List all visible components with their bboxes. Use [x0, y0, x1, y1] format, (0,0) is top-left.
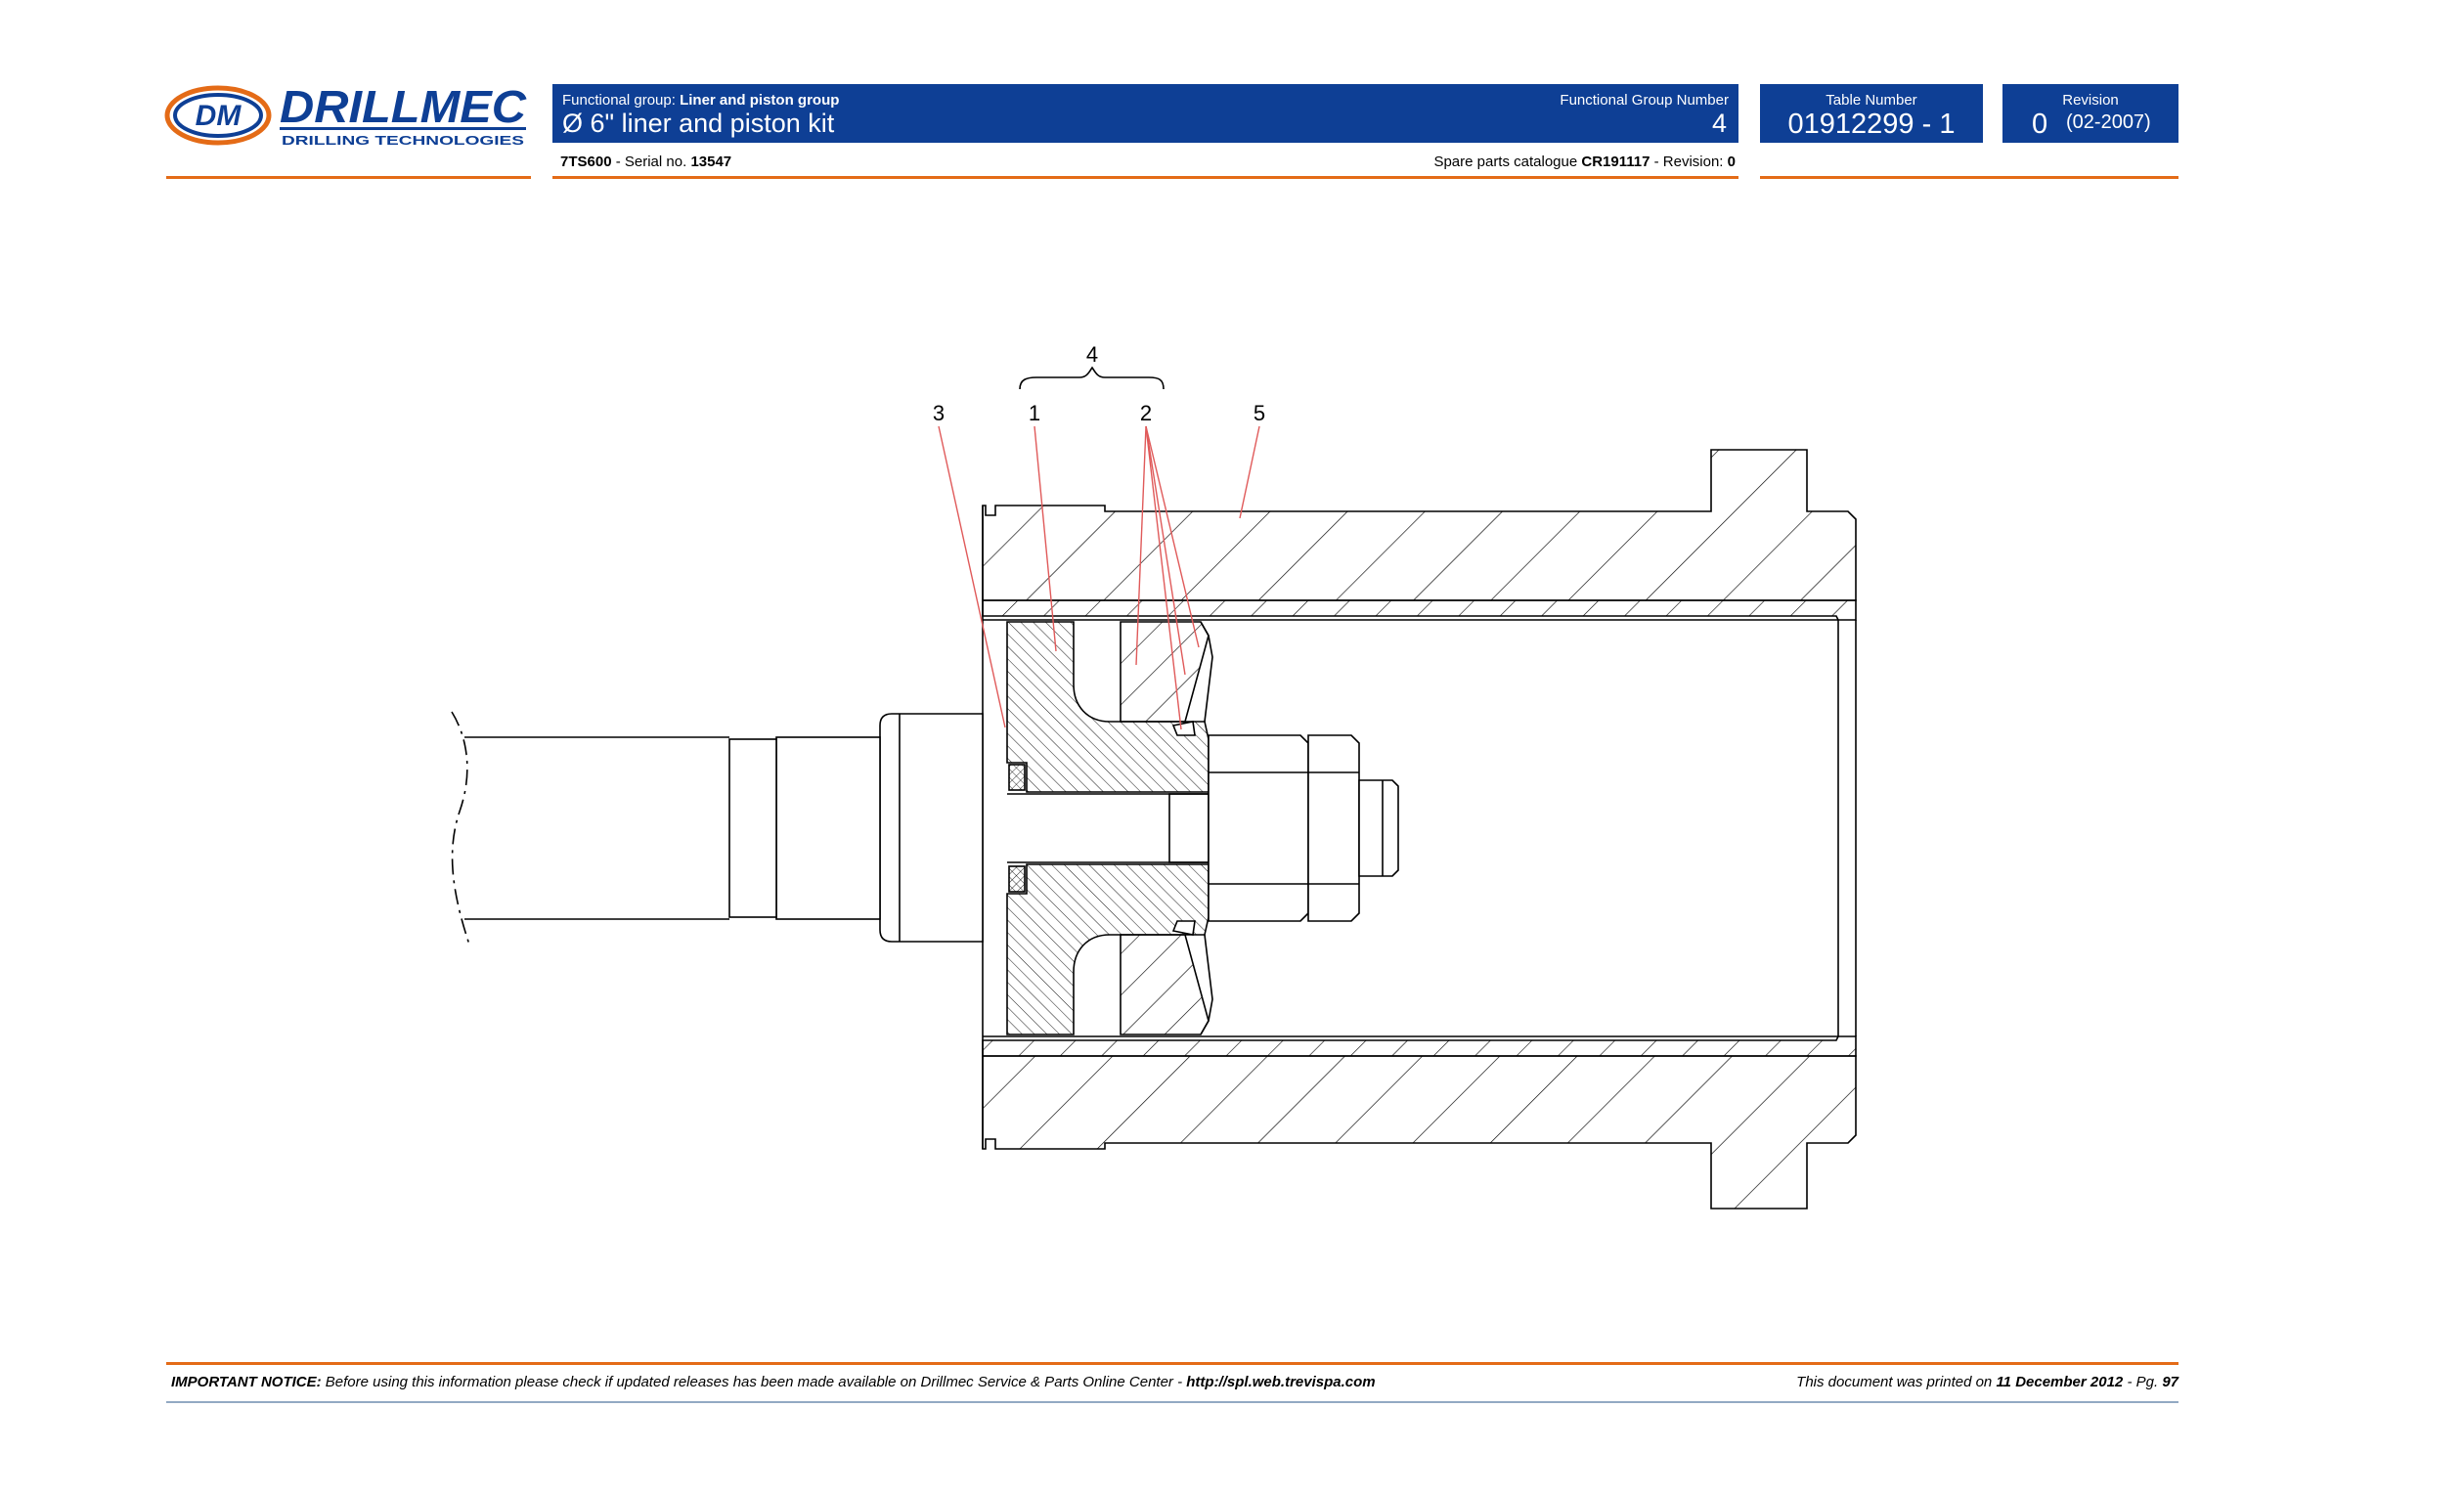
rod-neck	[728, 738, 777, 918]
piston-cup-bottom	[1120, 934, 1210, 1035]
group-brace	[1019, 366, 1165, 390]
notice-url: http://spl.web.trevispa.com	[1186, 1374, 1376, 1390]
rod-shoulder	[879, 713, 984, 943]
callout-5: 5	[1254, 401, 1265, 425]
piston-cup-top	[1120, 621, 1210, 723]
callout-2: 2	[1140, 401, 1152, 425]
housing-top	[982, 449, 1857, 601]
liner-bottom	[982, 1035, 1857, 1057]
lock-nut	[1307, 734, 1360, 922]
oring-top	[1008, 764, 1026, 791]
page-label: - Pg.	[2127, 1374, 2159, 1390]
notice-label: IMPORTANT NOTICE:	[171, 1374, 322, 1390]
printed-date: 11 December 2012	[1996, 1374, 2124, 1390]
callout-4: 4	[1086, 342, 1098, 367]
piston-nut	[1208, 734, 1309, 922]
print-info: This document was printed on 11 December…	[1796, 1374, 2178, 1390]
important-notice: IMPORTANT NOTICE: Before using this info…	[171, 1374, 1376, 1390]
oring-bottom	[1008, 865, 1026, 893]
liner-top	[982, 599, 1857, 621]
footer-rule-top	[166, 1362, 2178, 1365]
callout-1: 1	[1029, 401, 1040, 425]
rod-end-stud	[1358, 779, 1399, 877]
page-number: 97	[2162, 1374, 2178, 1390]
printed-label: This document was printed on	[1796, 1374, 1993, 1390]
rod-break-line	[451, 711, 470, 946]
notice-text: Before using this information please che…	[325, 1374, 1183, 1390]
callout-3: 3	[933, 401, 945, 425]
rod-collar	[775, 736, 881, 920]
footer-rule-bottom	[166, 1401, 2178, 1403]
liner-piston-drawing: 3 1 2 5 4	[451, 342, 1857, 1210]
housing-bottom	[982, 1055, 1857, 1210]
